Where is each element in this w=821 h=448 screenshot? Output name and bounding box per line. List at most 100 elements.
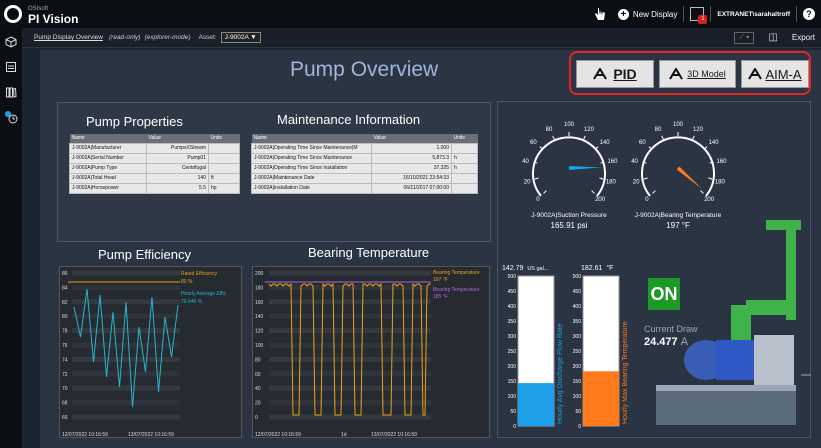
asset-select[interactable]: J-9002A ▼	[220, 32, 261, 43]
legend-avg: Hourly Average Effic	[181, 291, 227, 297]
cell-value: 06/11/2017 07:00:00	[371, 182, 452, 194]
column-header[interactable]: Units	[451, 134, 478, 143]
assets-cube-icon[interactable]	[0, 31, 22, 53]
aveva-logo-icon	[593, 68, 608, 80]
bar-tick-label: 400	[573, 304, 582, 310]
bar-tick-label: 50	[510, 409, 516, 415]
y-tick-label: 82	[62, 300, 68, 306]
cell-units: hp	[208, 182, 240, 194]
columns-icon[interactable]: ◫	[768, 32, 777, 43]
bar-tick-label: 500	[508, 274, 517, 280]
pump-efficiency-trend[interactable]: 86 84 82 80 78 76 74 72 70 68 66 Rated Efficiency …	[59, 266, 242, 438]
bar-tick-label: 300	[508, 334, 517, 340]
gauge-tick-label: 80	[655, 127, 662, 133]
temp-unit: °F	[606, 265, 614, 272]
gauge-tick-label: 160	[716, 159, 727, 165]
y-tick-label: 180	[255, 285, 264, 291]
notifications-button[interactable]: 1	[690, 7, 708, 24]
column-header[interactable]: Name	[69, 134, 147, 143]
gauge-tick-label: 200	[595, 197, 606, 203]
column-header[interactable]: Value	[371, 134, 452, 143]
app-logo[interactable]: OSIsoft PI Vision	[4, 5, 78, 25]
bar-tick-label: 200	[508, 364, 517, 370]
display-name-link[interactable]: Pump Display Overview	[34, 34, 103, 41]
bar-tick-label: 0	[578, 424, 581, 430]
table-row[interactable]: J-9002A|Maintenance Date 16/10/2021 23:54…	[251, 172, 478, 184]
legend-bearing-2: Bearing Temperature	[433, 287, 480, 293]
cell-value: Centrifugal	[146, 162, 209, 174]
y-tick-label: 20	[255, 401, 261, 407]
displays-icon[interactable]	[0, 56, 22, 78]
gauge-tick-label: 40	[631, 159, 638, 165]
aim-a-button[interactable]: AIM-A	[741, 60, 809, 88]
plus-icon: +	[617, 8, 629, 20]
column-header[interactable]: Value	[146, 134, 209, 143]
y-tick-label: 72	[62, 372, 68, 378]
cell-name: J-9002A|Manufacturer	[69, 142, 147, 154]
legend-avg-value: 79.646 %	[181, 299, 203, 305]
divider	[796, 6, 797, 22]
y-tick-label: 84	[62, 285, 68, 291]
table-row[interactable]: J-9002A|Serial Number Pump01	[69, 152, 240, 164]
bar-tick-label: 400	[508, 304, 517, 310]
bearing-temperature-trend[interactable]: 200 180 160 140 120 100 80 60 40 20 0 Bearing Temp…	[252, 266, 490, 438]
table-row[interactable]: J-9002A|Operating Time Since Installatio…	[251, 162, 478, 174]
y-tick-label: 160	[255, 300, 264, 306]
trend-toggle-icon[interactable]: ⟋ ▾	[734, 31, 755, 44]
y-tick-label: 76	[62, 343, 68, 349]
asset-label: Asset:	[198, 34, 217, 41]
help-button[interactable]: ?	[803, 8, 815, 20]
pid-label: PID	[613, 66, 637, 82]
cell-units	[451, 142, 478, 154]
export-button[interactable]: Export	[792, 33, 815, 42]
pump-properties-table: Name Value Units J-9002A|Manufacturer Pum…	[69, 134, 240, 194]
divider	[710, 6, 712, 22]
column-header[interactable]: Name	[251, 134, 372, 143]
3d-model-button[interactable]: 3D Model	[659, 60, 736, 88]
bar-tick-label: 450	[508, 289, 517, 295]
new-display-label: New Display	[632, 9, 678, 19]
y-tick-label: 86	[62, 271, 68, 277]
cell-name: J-9002A|Horsepower	[69, 182, 147, 194]
gauge-tick-label: 140	[709, 140, 720, 146]
gauge-tick-label: 60	[530, 140, 537, 146]
aveva-logo-icon	[669, 68, 684, 80]
table-row[interactable]: J-9002A|Manufacturer PumpsXStream	[69, 142, 240, 154]
pid-button[interactable]: PID	[576, 60, 654, 88]
table-row[interactable]: J-9002A|Horsepower 5.5 hp	[69, 182, 240, 194]
aim-a-label: AIM-A	[765, 66, 802, 82]
bearing-temperature-title: Bearing Temperature	[308, 245, 430, 260]
maintenance-table: Name Value Units J-9002A|Operating Time …	[251, 134, 478, 194]
table-row[interactable]: J-9002A|Installation Date 06/11/2017 07:0…	[251, 182, 478, 194]
library-icon[interactable]	[0, 81, 22, 103]
cell-value: 5.5	[146, 182, 209, 194]
cell-name: J-9002A|Total Head	[69, 172, 147, 184]
table-row[interactable]: J-9002A|Operating Time Since Maintenance…	[251, 142, 478, 154]
cell-units	[208, 162, 240, 174]
table-row[interactable]: J-9002A|Operating Time Since Maintenance…	[251, 152, 478, 164]
events-icon[interactable]	[0, 106, 22, 128]
gauge-tick-label: 140	[600, 140, 611, 146]
table-row[interactable]: J-9002A|Total Head 140 ft	[69, 172, 240, 184]
gauge-tick-label: 120	[584, 127, 595, 133]
y-tick-label: 40	[255, 386, 261, 392]
x-axis-mid: 1d	[341, 432, 347, 438]
read-only-label: (read-only)	[109, 34, 141, 41]
cell-value: 37,325	[371, 162, 452, 174]
bar-tick-label: 350	[508, 319, 517, 325]
y-tick-label: 78	[62, 329, 68, 335]
bar-tick-label: 250	[508, 349, 517, 355]
user-menu[interactable]: EXTRANET\sarahaltroff	[717, 11, 790, 18]
pump-properties-title: Pump Properties	[86, 114, 183, 129]
new-display-button[interactable]: + New Display	[617, 8, 678, 20]
table-row[interactable]: J-9002A|Pump Type Centrifugal	[69, 162, 240, 174]
cell-name: J-9002A|Operating Time Since Installatio…	[251, 162, 372, 174]
y-tick-label: 74	[62, 357, 68, 363]
bar-tick-label: 50	[575, 409, 581, 415]
page-title: Pump Overview	[290, 58, 439, 81]
bearing-temp-bar: 500450400350300250200150100500 Hourly Ma…	[573, 274, 629, 430]
gauge-tick-label: 40	[522, 159, 529, 165]
y-tick-label: 68	[62, 401, 68, 407]
column-header[interactable]: Units	[208, 134, 240, 143]
hand-pointer-icon[interactable]	[594, 7, 606, 21]
